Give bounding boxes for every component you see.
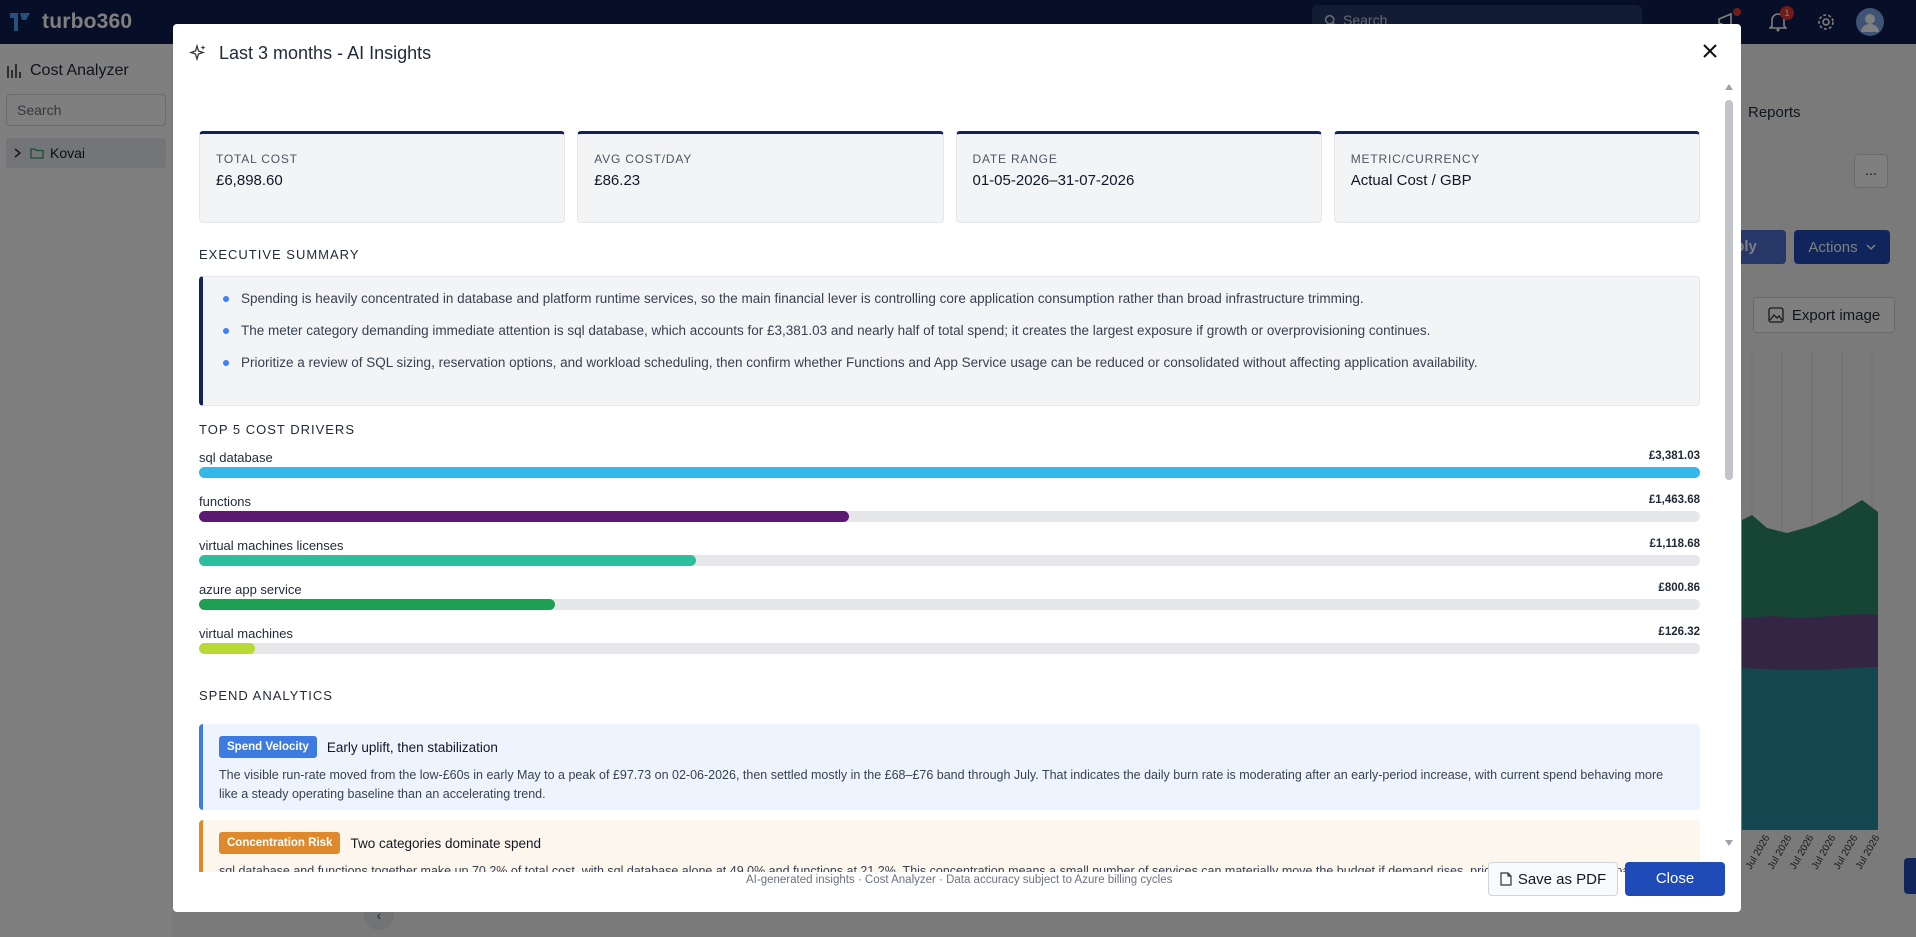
cost-driver-name: functions (199, 494, 252, 509)
kpi-card-date-range: DATE RANGE 01-05-2026–31-07-2026 (955, 131, 1322, 223)
summary-bullet: Spending is heavily concentrated in data… (223, 291, 1699, 307)
cost-driver-value: £1,118.68 (1649, 538, 1700, 550)
cost-driver-value: £1,463.68 (1648, 494, 1700, 506)
cost-drivers-heading: TOP 5 COST DRIVERS (199, 422, 355, 437)
kpi-card-metric-currency: METRIC/CURRENCY Actual Cost / GBP (1333, 131, 1700, 223)
cost-driver-bar (199, 643, 256, 654)
dialog-header: Last 3 months - AI Insights (173, 24, 1741, 82)
cost-driver-bar (199, 511, 849, 522)
cost-driver-row: functions £1,463.68 (199, 494, 1700, 538)
kpi-cards: TOTAL COST £6,898.60 AVG COST/DAY £86.23… (199, 131, 1700, 223)
summary-bullet: Prioritize a review of SQL sizing, reser… (223, 355, 1699, 371)
scrollbar-thumb[interactable] (1725, 100, 1733, 480)
close-button[interactable]: Close (1625, 862, 1725, 896)
analytics-card-text: sql database and functions together make… (219, 864, 1661, 872)
spend-analytics-heading: SPEND ANALYTICS (199, 688, 333, 703)
cost-driver-bar (199, 555, 696, 566)
cost-driver-track (199, 643, 1700, 654)
sparkles-icon (189, 44, 206, 62)
footer-note: AI-generated insights · Cost Analyzer · … (746, 874, 1173, 886)
cost-driver-track (199, 599, 1700, 610)
kpi-value: £6,898.60 (216, 172, 283, 189)
cost-driver-row: virtual machines £126.32 (199, 626, 1700, 670)
cost-drivers-list: sql database £3,381.03 functions £1,463.… (199, 450, 1700, 670)
kpi-card-total-cost: TOTAL COST £6,898.60 (199, 131, 566, 223)
cost-driver-value: £3,381.03 (1648, 450, 1700, 462)
analytics-card-spend-velocity: Spend Velocity Early uplift, then stabil… (199, 724, 1700, 810)
cost-driver-row: virtual machines licenses £1,118.68 (199, 538, 1700, 582)
analytics-tag: Spend Velocity (219, 736, 317, 758)
close-icon[interactable] (1699, 40, 1721, 62)
kpi-label: METRIC/CURRENCY (1350, 152, 1481, 166)
kpi-value: 01-05-2026–31-07-2026 (972, 172, 1135, 189)
ai-insights-dialog: Last 3 months - AI Insights TOTAL COST £… (173, 24, 1741, 912)
analytics-card-title: Two categories dominate spend (350, 835, 542, 851)
cost-driver-value: £126.32 (1658, 626, 1700, 638)
analytics-card-title: Early uplift, then stabilization (326, 739, 498, 755)
cost-driver-value: £800.86 (1658, 582, 1700, 594)
kpi-label: AVG COST/DAY (594, 152, 693, 166)
analytics-card-header: Spend Velocity Early uplift, then stabil… (219, 736, 1700, 758)
dialog-title: Last 3 months - AI Insights (219, 42, 432, 63)
cost-driver-name: virtual machines licenses (199, 538, 344, 553)
executive-summary-heading: EXECUTIVE SUMMARY (199, 247, 360, 262)
dialog-body: TOTAL COST £6,898.60 AVG COST/DAY £86.23… (173, 82, 1723, 872)
scroll-up-icon[interactable] (1725, 84, 1733, 90)
cost-driver-bar (199, 599, 555, 610)
analytics-card-header: Concentration Risk Two categories domina… (219, 832, 1700, 854)
cost-driver-row: azure app service £800.86 (199, 582, 1700, 626)
cost-driver-name: virtual machines (199, 626, 293, 641)
kpi-value: Actual Cost / GBP (1350, 172, 1472, 189)
cost-driver-name: azure app service (199, 582, 302, 597)
cost-driver-bar (199, 467, 1700, 478)
dialog-scrollbar[interactable] (1724, 84, 1734, 846)
executive-summary: Spending is heavily concentrated in data… (199, 276, 1700, 406)
save-as-pdf-label: Save as PDF (1517, 870, 1607, 888)
cost-driver-track (199, 555, 1700, 566)
scroll-down-icon[interactable] (1725, 840, 1733, 846)
kpi-value: £86.23 (594, 172, 641, 189)
kpi-card-avg-cost-day: AVG COST/DAY £86.23 (577, 131, 944, 223)
analytics-tag: Concentration Risk (219, 832, 341, 854)
save-as-pdf-button[interactable]: Save as PDF (1488, 862, 1618, 896)
kpi-label: TOTAL COST (216, 152, 298, 166)
cost-driver-row: sql database £3,381.03 (199, 450, 1700, 494)
cost-driver-track (199, 511, 1700, 522)
pdf-file-icon (1500, 872, 1512, 886)
analytics-card-concentration-risk: Concentration Risk Two categories domina… (199, 820, 1700, 872)
summary-bullet: The meter category demanding immediate a… (223, 323, 1699, 339)
analytics-card-text: The visible run-rate moved from the low-… (219, 768, 1664, 801)
cost-driver-track (199, 467, 1700, 478)
kpi-label: DATE RANGE (972, 152, 1058, 166)
cost-driver-name: sql database (199, 450, 273, 465)
